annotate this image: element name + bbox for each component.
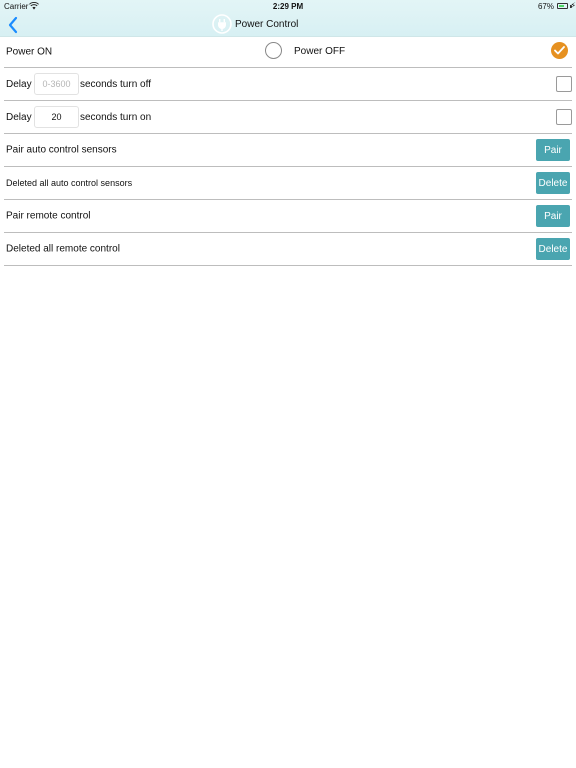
delay-on-checkbox[interactable]: [556, 109, 572, 125]
pair-sensors-button[interactable]: Pair: [536, 139, 570, 161]
charging-icon: ⚡: [570, 1, 576, 10]
pair-sensors-row: Pair auto control sensors Pair: [4, 134, 572, 167]
delete-sensors-row: Deleted all auto control sensors Delete: [4, 167, 572, 200]
delay-off-row: Delay seconds turn off: [4, 68, 572, 101]
clock: 2:29 PM: [272, 2, 304, 11]
battery-percent: 67%: [537, 2, 554, 11]
status-bar: Carrier 2:29 PM 67% ⚡: [0, 0, 576, 13]
pair-sensors-label: Pair auto control sensors: [6, 144, 117, 156]
power-off-radio[interactable]: [551, 42, 568, 59]
pair-remote-label: Pair remote control: [6, 210, 91, 222]
delay-on-seconds-input[interactable]: [34, 106, 79, 128]
power-state-row: Power ON Power OFF: [4, 37, 572, 68]
delete-sensors-label: Deleted all auto control sensors: [6, 178, 133, 188]
power-off-label: Power OFF: [294, 46, 346, 57]
delay-on-row: Delay seconds turn on: [4, 101, 572, 134]
power-control-screen: Carrier 2:29 PM 67% ⚡ Power Control Powe…: [0, 0, 576, 768]
power-plug-icon: [212, 14, 232, 34]
delay-on-suffix: seconds turn on: [80, 112, 152, 123]
settings-list: Power ON Power OFF Delay seconds turn of…: [0, 37, 576, 266]
delete-remote-button[interactable]: Delete: [536, 238, 570, 260]
chevron-left-icon[interactable]: [6, 16, 20, 34]
battery-level: [559, 5, 564, 7]
delay-off-suffix: seconds turn off: [80, 79, 151, 90]
page-title: Power Control: [235, 19, 299, 30]
pair-remote-row: Pair remote control Pair: [4, 200, 572, 233]
power-on-label: Power ON: [6, 46, 53, 58]
battery-icon: [557, 3, 568, 9]
delay-off-label: Delay: [6, 79, 32, 90]
delay-off-seconds-input[interactable]: [34, 73, 79, 95]
delay-off-checkbox[interactable]: [556, 76, 572, 92]
power-on-radio[interactable]: [265, 42, 282, 59]
delay-on-label: Delay: [6, 112, 32, 123]
pair-remote-button[interactable]: Pair: [536, 205, 570, 227]
navigation-bar: Power Control: [0, 13, 576, 37]
delete-remote-row: Deleted all remote control Delete: [4, 233, 572, 266]
checkmark-icon: [554, 46, 565, 55]
delete-sensors-button[interactable]: Delete: [536, 172, 570, 194]
delete-remote-label: Deleted all remote control: [6, 243, 120, 255]
